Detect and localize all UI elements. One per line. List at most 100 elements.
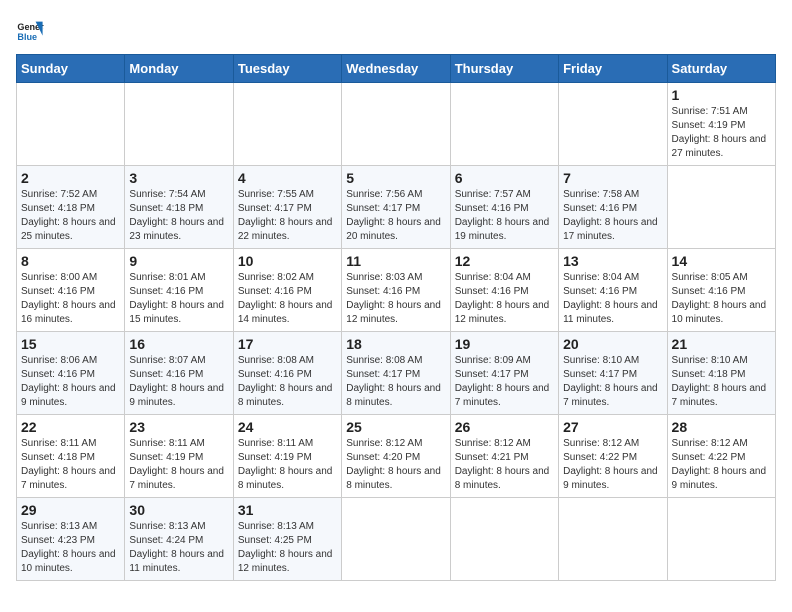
calendar-week-row: 1 Sunrise: 7:51 AMSunset: 4:19 PMDayligh… bbox=[17, 83, 776, 166]
empty-cell bbox=[17, 83, 125, 166]
calendar-day: 1 Sunrise: 7:51 AMSunset: 4:19 PMDayligh… bbox=[667, 83, 775, 166]
calendar-day bbox=[559, 498, 667, 581]
calendar-day: 22 Sunrise: 8:11 AMSunset: 4:18 PMDaylig… bbox=[17, 415, 125, 498]
day-info: Sunrise: 8:13 AMSunset: 4:25 PMDaylight:… bbox=[238, 521, 333, 574]
header-monday: Monday bbox=[125, 55, 233, 83]
day-info: Sunrise: 7:56 AMSunset: 4:17 PMDaylight:… bbox=[346, 189, 441, 242]
day-info: Sunrise: 8:12 AMSunset: 4:22 PMDaylight:… bbox=[563, 438, 658, 491]
empty-cell bbox=[233, 83, 341, 166]
calendar-week-row: 15 Sunrise: 8:06 AMSunset: 4:16 PMDaylig… bbox=[17, 332, 776, 415]
day-info: Sunrise: 8:07 AMSunset: 4:16 PMDaylight:… bbox=[129, 355, 224, 408]
day-number: 6 bbox=[455, 170, 554, 186]
day-info: Sunrise: 8:02 AMSunset: 4:16 PMDaylight:… bbox=[238, 272, 333, 325]
calendar-day: 23 Sunrise: 8:11 AMSunset: 4:19 PMDaylig… bbox=[125, 415, 233, 498]
day-number: 24 bbox=[238, 419, 337, 435]
calendar-day: 13 Sunrise: 8:04 AMSunset: 4:16 PMDaylig… bbox=[559, 249, 667, 332]
calendar-day: 26 Sunrise: 8:12 AMSunset: 4:21 PMDaylig… bbox=[450, 415, 558, 498]
calendar-day: 30 Sunrise: 8:13 AMSunset: 4:24 PMDaylig… bbox=[125, 498, 233, 581]
calendar-day: 18 Sunrise: 8:08 AMSunset: 4:17 PMDaylig… bbox=[342, 332, 450, 415]
calendar-day: 9 Sunrise: 8:01 AMSunset: 4:16 PMDayligh… bbox=[125, 249, 233, 332]
day-number: 4 bbox=[238, 170, 337, 186]
day-info: Sunrise: 8:11 AMSunset: 4:18 PMDaylight:… bbox=[21, 438, 116, 491]
calendar-day: 21 Sunrise: 8:10 AMSunset: 4:18 PMDaylig… bbox=[667, 332, 775, 415]
empty-cell bbox=[342, 83, 450, 166]
svg-text:Blue: Blue bbox=[17, 32, 37, 42]
day-info: Sunrise: 7:51 AMSunset: 4:19 PMDaylight:… bbox=[672, 106, 767, 159]
day-info: Sunrise: 7:55 AMSunset: 4:17 PMDaylight:… bbox=[238, 189, 333, 242]
header-saturday: Saturday bbox=[667, 55, 775, 83]
calendar-day: 7 Sunrise: 7:58 AMSunset: 4:16 PMDayligh… bbox=[559, 166, 667, 249]
day-info: Sunrise: 8:06 AMSunset: 4:16 PMDaylight:… bbox=[21, 355, 116, 408]
calendar-week-row: 8 Sunrise: 8:00 AMSunset: 4:16 PMDayligh… bbox=[17, 249, 776, 332]
day-info: Sunrise: 8:11 AMSunset: 4:19 PMDaylight:… bbox=[238, 438, 333, 491]
calendar-day: 15 Sunrise: 8:06 AMSunset: 4:16 PMDaylig… bbox=[17, 332, 125, 415]
calendar-day bbox=[450, 498, 558, 581]
calendar-day bbox=[667, 498, 775, 581]
day-info: Sunrise: 7:58 AMSunset: 4:16 PMDaylight:… bbox=[563, 189, 658, 242]
day-number: 5 bbox=[346, 170, 445, 186]
calendar-day: 29 Sunrise: 8:13 AMSunset: 4:23 PMDaylig… bbox=[17, 498, 125, 581]
day-info: Sunrise: 8:04 AMSunset: 4:16 PMDaylight:… bbox=[455, 272, 550, 325]
day-info: Sunrise: 8:13 AMSunset: 4:24 PMDaylight:… bbox=[129, 521, 224, 574]
day-number: 19 bbox=[455, 336, 554, 352]
day-number: 13 bbox=[563, 253, 662, 269]
day-number: 28 bbox=[672, 419, 771, 435]
calendar-day: 14 Sunrise: 8:05 AMSunset: 4:16 PMDaylig… bbox=[667, 249, 775, 332]
header-thursday: Thursday bbox=[450, 55, 558, 83]
calendar-day: 20 Sunrise: 8:10 AMSunset: 4:17 PMDaylig… bbox=[559, 332, 667, 415]
calendar-day bbox=[667, 166, 775, 249]
logo: General Blue bbox=[16, 16, 48, 44]
day-number: 23 bbox=[129, 419, 228, 435]
day-number: 22 bbox=[21, 419, 120, 435]
day-info: Sunrise: 8:12 AMSunset: 4:20 PMDaylight:… bbox=[346, 438, 441, 491]
empty-cell bbox=[559, 83, 667, 166]
calendar-week-row: 2 Sunrise: 7:52 AMSunset: 4:18 PMDayligh… bbox=[17, 166, 776, 249]
day-number: 3 bbox=[129, 170, 228, 186]
calendar-day: 11 Sunrise: 8:03 AMSunset: 4:16 PMDaylig… bbox=[342, 249, 450, 332]
calendar-week-row: 22 Sunrise: 8:11 AMSunset: 4:18 PMDaylig… bbox=[17, 415, 776, 498]
day-number: 11 bbox=[346, 253, 445, 269]
day-info: Sunrise: 8:08 AMSunset: 4:16 PMDaylight:… bbox=[238, 355, 333, 408]
header-wednesday: Wednesday bbox=[342, 55, 450, 83]
empty-cell bbox=[125, 83, 233, 166]
calendar-day: 2 Sunrise: 7:52 AMSunset: 4:18 PMDayligh… bbox=[17, 166, 125, 249]
day-number: 21 bbox=[672, 336, 771, 352]
logo-icon: General Blue bbox=[16, 16, 44, 44]
day-info: Sunrise: 7:54 AMSunset: 4:18 PMDaylight:… bbox=[129, 189, 224, 242]
header-sunday: Sunday bbox=[17, 55, 125, 83]
day-number: 17 bbox=[238, 336, 337, 352]
empty-cell bbox=[450, 83, 558, 166]
day-info: Sunrise: 8:01 AMSunset: 4:16 PMDaylight:… bbox=[129, 272, 224, 325]
calendar-day: 17 Sunrise: 8:08 AMSunset: 4:16 PMDaylig… bbox=[233, 332, 341, 415]
day-info: Sunrise: 8:05 AMSunset: 4:16 PMDaylight:… bbox=[672, 272, 767, 325]
day-number: 20 bbox=[563, 336, 662, 352]
day-info: Sunrise: 8:08 AMSunset: 4:17 PMDaylight:… bbox=[346, 355, 441, 408]
calendar-day: 24 Sunrise: 8:11 AMSunset: 4:19 PMDaylig… bbox=[233, 415, 341, 498]
calendar-day: 8 Sunrise: 8:00 AMSunset: 4:16 PMDayligh… bbox=[17, 249, 125, 332]
day-info: Sunrise: 8:04 AMSunset: 4:16 PMDaylight:… bbox=[563, 272, 658, 325]
day-number: 2 bbox=[21, 170, 120, 186]
day-number: 29 bbox=[21, 502, 120, 518]
calendar-day: 6 Sunrise: 7:57 AMSunset: 4:16 PMDayligh… bbox=[450, 166, 558, 249]
calendar-day: 31 Sunrise: 8:13 AMSunset: 4:25 PMDaylig… bbox=[233, 498, 341, 581]
calendar-day: 4 Sunrise: 7:55 AMSunset: 4:17 PMDayligh… bbox=[233, 166, 341, 249]
day-number: 12 bbox=[455, 253, 554, 269]
day-number: 8 bbox=[21, 253, 120, 269]
day-info: Sunrise: 8:10 AMSunset: 4:18 PMDaylight:… bbox=[672, 355, 767, 408]
day-number: 1 bbox=[672, 87, 771, 103]
day-info: Sunrise: 8:03 AMSunset: 4:16 PMDaylight:… bbox=[346, 272, 441, 325]
day-number: 31 bbox=[238, 502, 337, 518]
calendar-day: 27 Sunrise: 8:12 AMSunset: 4:22 PMDaylig… bbox=[559, 415, 667, 498]
day-info: Sunrise: 8:13 AMSunset: 4:23 PMDaylight:… bbox=[21, 521, 116, 574]
day-number: 16 bbox=[129, 336, 228, 352]
calendar-header-row: SundayMondayTuesdayWednesdayThursdayFrid… bbox=[17, 55, 776, 83]
day-number: 14 bbox=[672, 253, 771, 269]
day-info: Sunrise: 8:12 AMSunset: 4:21 PMDaylight:… bbox=[455, 438, 550, 491]
calendar-day: 16 Sunrise: 8:07 AMSunset: 4:16 PMDaylig… bbox=[125, 332, 233, 415]
day-info: Sunrise: 8:10 AMSunset: 4:17 PMDaylight:… bbox=[563, 355, 658, 408]
calendar-day: 10 Sunrise: 8:02 AMSunset: 4:16 PMDaylig… bbox=[233, 249, 341, 332]
day-number: 7 bbox=[563, 170, 662, 186]
day-number: 25 bbox=[346, 419, 445, 435]
calendar-day: 28 Sunrise: 8:12 AMSunset: 4:22 PMDaylig… bbox=[667, 415, 775, 498]
calendar-day: 19 Sunrise: 8:09 AMSunset: 4:17 PMDaylig… bbox=[450, 332, 558, 415]
